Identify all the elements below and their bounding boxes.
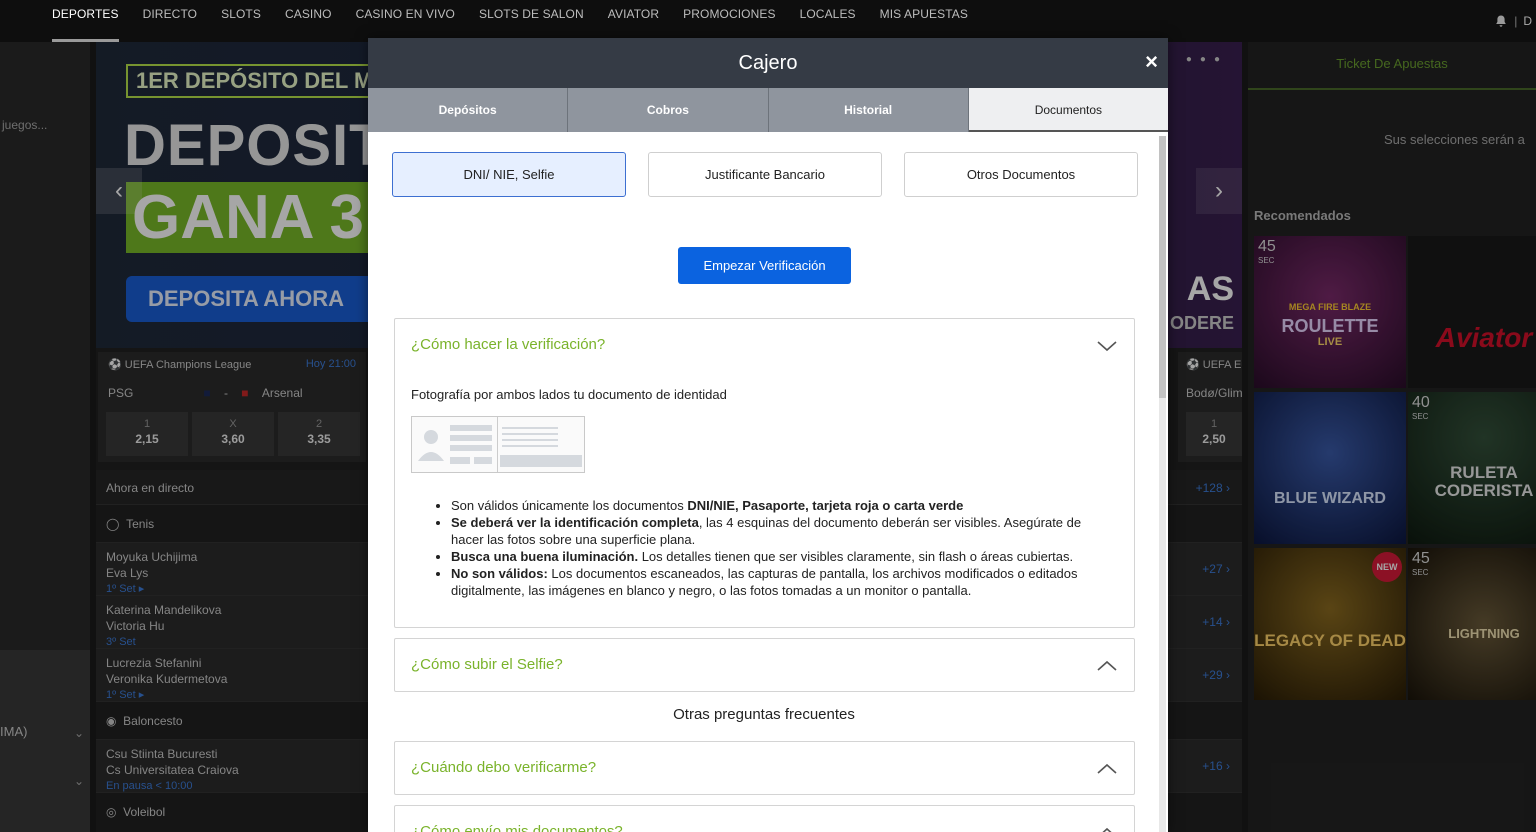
accordion-how-to-verify: ¿Cómo hacer la verificación? Fotografía … (394, 318, 1135, 628)
tab-documentos[interactable]: Documentos (968, 88, 1168, 132)
modal-body: DNI/ NIE, Selfie Justificante Bancario O… (368, 132, 1168, 832)
accordion-when-verify[interactable]: ¿Cuándo debo verificarme? (394, 741, 1135, 795)
tab-cobros[interactable]: Cobros (568, 88, 769, 132)
justificante-bancario-button[interactable]: Justificante Bancario (648, 152, 882, 197)
nav-slots[interactable]: SLOTS (221, 0, 261, 42)
document-type-buttons: DNI/ NIE, Selfie Justificante Bancario O… (392, 152, 1138, 197)
rule-item: Busca una buena iluminación. Los detalle… (451, 548, 1117, 565)
verification-rules: Son válidos únicamente los documentos DN… (411, 497, 1117, 599)
modal-scrollbar[interactable] (1159, 136, 1166, 832)
nav-promociones[interactable]: PROMOCIONES (683, 0, 775, 42)
nav-directo[interactable]: DIRECTO (143, 0, 197, 42)
dni-nie-selfie-button[interactable]: DNI/ NIE, Selfie (392, 152, 626, 197)
chevron-up-icon[interactable] (1096, 758, 1118, 780)
faq-heading: Otras preguntas frecuentes (673, 706, 855, 723)
accordion-title[interactable]: ¿Cuándo debo verificarme? (411, 759, 596, 776)
nav-deportes[interactable]: DEPORTES (52, 0, 119, 42)
nav-casino[interactable]: CASINO (285, 0, 332, 42)
topnav-user[interactable]: D (1523, 14, 1532, 28)
rule-item: Se deberá ver la identificación completa… (451, 514, 1117, 548)
id-back-icon (498, 417, 584, 472)
id-card-illustration (411, 416, 585, 473)
nav-casino-en-vivo[interactable]: CASINO EN VIVO (356, 0, 455, 42)
otros-documentos-button[interactable]: Otros Documentos (904, 152, 1138, 197)
top-navigation: DEPORTES DIRECTO SLOTS CASINO CASINO EN … (0, 0, 1536, 42)
topnav-separator: | (1514, 14, 1518, 28)
nav-locales[interactable]: LOCALES (800, 0, 856, 42)
cashier-modal: Cajero × Depósitos Cobros Historial Docu… (368, 38, 1168, 832)
accordion-selfie[interactable]: ¿Cómo subir el Selfie? (394, 638, 1135, 692)
accordion-how-send[interactable]: ¿Cómo envío mis documentos? (394, 805, 1135, 832)
modal-header: Cajero × (368, 38, 1168, 88)
tab-depositos[interactable]: Depósitos (368, 88, 569, 132)
tab-historial[interactable]: Historial (768, 88, 969, 132)
chevron-up-icon[interactable] (1096, 655, 1118, 677)
start-verification-button[interactable]: Empezar Verificación (678, 247, 851, 284)
accordion-content: Fotografía por ambos lados tu documento … (411, 387, 1117, 599)
topnav-right: | D (1494, 0, 1536, 42)
accordion-title[interactable]: ¿Cómo subir el Selfie? (411, 656, 563, 673)
scrollbar-thumb[interactable] (1159, 136, 1166, 398)
accordion-title[interactable]: ¿Cómo hacer la verificación? (411, 336, 605, 353)
bell-icon[interactable] (1494, 14, 1508, 28)
rule-item: Son válidos únicamente los documentos DN… (451, 497, 1117, 514)
accordion-title[interactable]: ¿Cómo envío mis documentos? (411, 823, 623, 832)
nav-aviator[interactable]: AVIATOR (608, 0, 659, 42)
cashier-tabs: Depósitos Cobros Historial Documentos (368, 88, 1168, 132)
close-icon[interactable]: × (1145, 50, 1158, 74)
modal-title: Cajero (738, 52, 798, 74)
chevron-down-icon[interactable] (1096, 335, 1118, 357)
verification-intro: Fotografía por ambos lados tu documento … (411, 387, 727, 402)
chevron-up-icon[interactable] (1096, 822, 1118, 832)
nav-slots-de-salon[interactable]: SLOTS DE SALON (479, 0, 584, 42)
rule-item: No son válidos: Los documentos escaneado… (451, 565, 1117, 599)
id-front-icon (412, 417, 498, 472)
nav-mis-apuestas[interactable]: MIS APUESTAS (880, 0, 968, 42)
